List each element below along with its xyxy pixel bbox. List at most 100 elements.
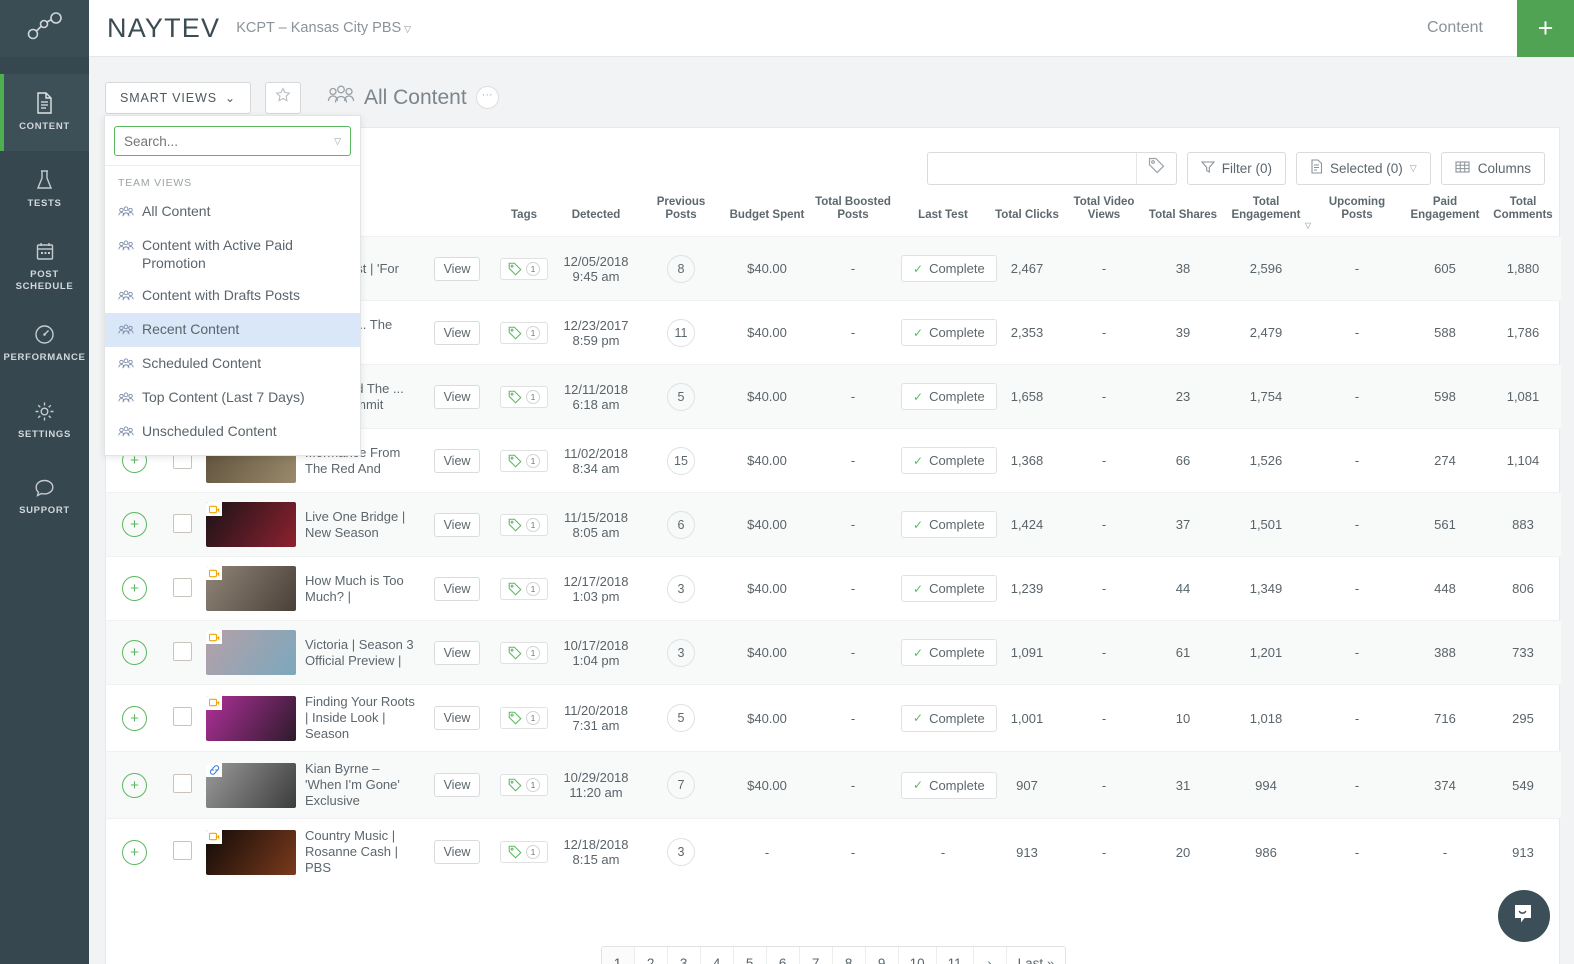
plus-icon[interactable]: +	[122, 772, 147, 798]
tag-chip[interactable]: 1	[500, 841, 548, 863]
row-tags[interactable]: 1	[493, 684, 555, 752]
row-view-button[interactable]: View	[421, 236, 493, 301]
tag-chip[interactable]: 1	[500, 257, 548, 280]
plus-icon[interactable]: +	[122, 640, 147, 665]
view-button[interactable]: View	[433, 706, 481, 730]
table-row[interactable]: + Finding Your Roots | Inside Look | Seas…	[106, 684, 1561, 752]
row-checkbox[interactable]	[163, 620, 201, 685]
add-button[interactable]: +	[1517, 0, 1574, 57]
status-badge[interactable]: ✓ Complete	[901, 447, 997, 474]
favorite-button[interactable]	[264, 81, 301, 114]
row-view-button[interactable]: View	[421, 684, 493, 752]
chat-widget-button[interactable]	[1498, 890, 1550, 942]
next-page-button[interactable]: ›	[974, 947, 1007, 964]
thumbnail[interactable]	[206, 762, 296, 808]
thumbnail[interactable]	[206, 695, 296, 741]
row-checkbox[interactable]	[163, 818, 201, 885]
view-button[interactable]: View	[433, 640, 481, 665]
plus-icon[interactable]: +	[122, 576, 147, 601]
smart-views-button[interactable]: SMART VIEWS ⌄	[105, 81, 251, 114]
row-view-button[interactable]: View	[421, 364, 493, 429]
row-tags[interactable]: 1	[493, 620, 555, 685]
checkbox[interactable]	[172, 774, 192, 793]
expand-row-button[interactable]: +	[106, 556, 163, 621]
view-button[interactable]: View	[433, 773, 481, 797]
row-tags[interactable]: 1	[493, 300, 555, 365]
thumbnail[interactable]	[206, 502, 296, 547]
status-badge[interactable]: ✓ Complete	[901, 704, 997, 732]
nav-content[interactable]: Content	[1427, 19, 1483, 37]
columns-button[interactable]: Columns	[1440, 151, 1545, 185]
row-tags[interactable]: 1	[493, 818, 555, 885]
row-tags[interactable]: 1	[493, 428, 555, 493]
sidebar-logo[interactable]	[0, 0, 89, 57]
th-budget-spent[interactable]: Budget Spent	[725, 190, 809, 237]
status-badge[interactable]: ✓ Complete	[901, 575, 997, 602]
expand-row-button[interactable]: +	[106, 620, 163, 685]
expand-row-button[interactable]: +	[106, 684, 163, 752]
last-page-button[interactable]: Last »	[1007, 947, 1066, 964]
row-checkbox[interactable]	[163, 556, 201, 621]
account-selector[interactable]: KCPT – Kansas City PBS ▽	[236, 20, 411, 36]
row-tags[interactable]: 1	[493, 364, 555, 429]
expand-row-button[interactable]: +	[106, 492, 163, 557]
table-row[interactable]: + Country Music | Rosanne Cash | PBS View 1…	[106, 818, 1561, 885]
status-badge[interactable]: ✓ Complete	[901, 511, 997, 538]
thumbnail[interactable]	[206, 630, 296, 675]
view-button[interactable]: View	[433, 384, 481, 409]
row-thumbnail[interactable]	[201, 751, 301, 819]
page-button[interactable]: 8	[833, 947, 866, 964]
th-tags[interactable]: Tags	[493, 190, 555, 237]
row-thumbnail[interactable]	[201, 492, 301, 557]
plus-icon[interactable]: +	[122, 705, 147, 731]
dropdown-item[interactable]: All Content	[105, 195, 360, 229]
row-checkbox[interactable]	[163, 684, 201, 752]
tag-chip[interactable]: 1	[500, 449, 548, 472]
page-button[interactable]: 1	[601, 947, 635, 964]
dropdown-item[interactable]: Top Content (Last 7 Days)	[105, 381, 360, 415]
row-checkbox[interactable]	[163, 751, 201, 819]
sidebar-item-tests[interactable]: TESTS	[0, 151, 89, 228]
row-view-button[interactable]: View	[421, 620, 493, 685]
view-button[interactable]: View	[433, 840, 481, 864]
checkbox[interactable]	[172, 513, 192, 533]
status-badge[interactable]: ✓ Complete	[901, 319, 997, 346]
th-total-boosted-posts[interactable]: Total Boosted Posts	[809, 190, 897, 237]
chevron-down-icon[interactable]: ▽	[334, 136, 350, 147]
row-view-button[interactable]: View	[421, 492, 493, 557]
table-row[interactable]: + Live One Bridge | New Season View 1 11/15/…	[106, 492, 1561, 557]
expand-row-button[interactable]: +	[106, 818, 163, 885]
page-button[interactable]: 9	[866, 947, 899, 964]
page-button[interactable]: 7	[800, 947, 833, 964]
checkbox[interactable]	[172, 841, 192, 860]
row-view-button[interactable]: View	[421, 300, 493, 365]
sidebar-item-content[interactable]: CONTENT	[0, 74, 89, 151]
view-button[interactable]: View	[433, 320, 481, 345]
tag-search-input[interactable]	[927, 152, 1136, 184]
row-view-button[interactable]: View	[421, 818, 493, 885]
checkbox[interactable]	[172, 707, 192, 726]
table-row[interactable]: + Victoria | Season 3 Official Preview | V…	[106, 620, 1561, 685]
status-badge[interactable]: ✓ Complete	[901, 639, 997, 666]
view-button[interactable]: View	[433, 576, 481, 601]
view-button[interactable]: View	[433, 256, 481, 281]
row-thumbnail[interactable]	[201, 620, 301, 685]
row-checkbox[interactable]	[163, 492, 201, 557]
tag-chip[interactable]: 1	[500, 641, 548, 664]
row-tags[interactable]: 1	[493, 751, 555, 819]
dropdown-item[interactable]: Content with Active Paid Promotion	[105, 229, 360, 279]
row-tags[interactable]: 1	[493, 556, 555, 621]
th-total-comments[interactable]: Total Comments	[1485, 190, 1561, 237]
th-total-video-views[interactable]: Total Video Views	[1065, 190, 1143, 237]
tag-chip[interactable]: 1	[500, 707, 548, 729]
page-button[interactable]: 5	[734, 947, 767, 964]
table-row[interactable]: + How Much is Too Much? | View 1 12/17/2018 1…	[106, 556, 1561, 621]
th-paid-engagement[interactable]: Paid Engagement	[1405, 190, 1485, 237]
selected-button[interactable]: Selected (0) ▽	[1296, 151, 1431, 185]
expand-row-button[interactable]: +	[106, 751, 163, 819]
tag-chip[interactable]: 1	[500, 577, 548, 600]
row-view-button[interactable]: View	[421, 751, 493, 819]
plus-icon[interactable]: +	[122, 512, 147, 537]
checkbox[interactable]	[172, 577, 192, 597]
tag-icon-button[interactable]	[1135, 152, 1176, 184]
